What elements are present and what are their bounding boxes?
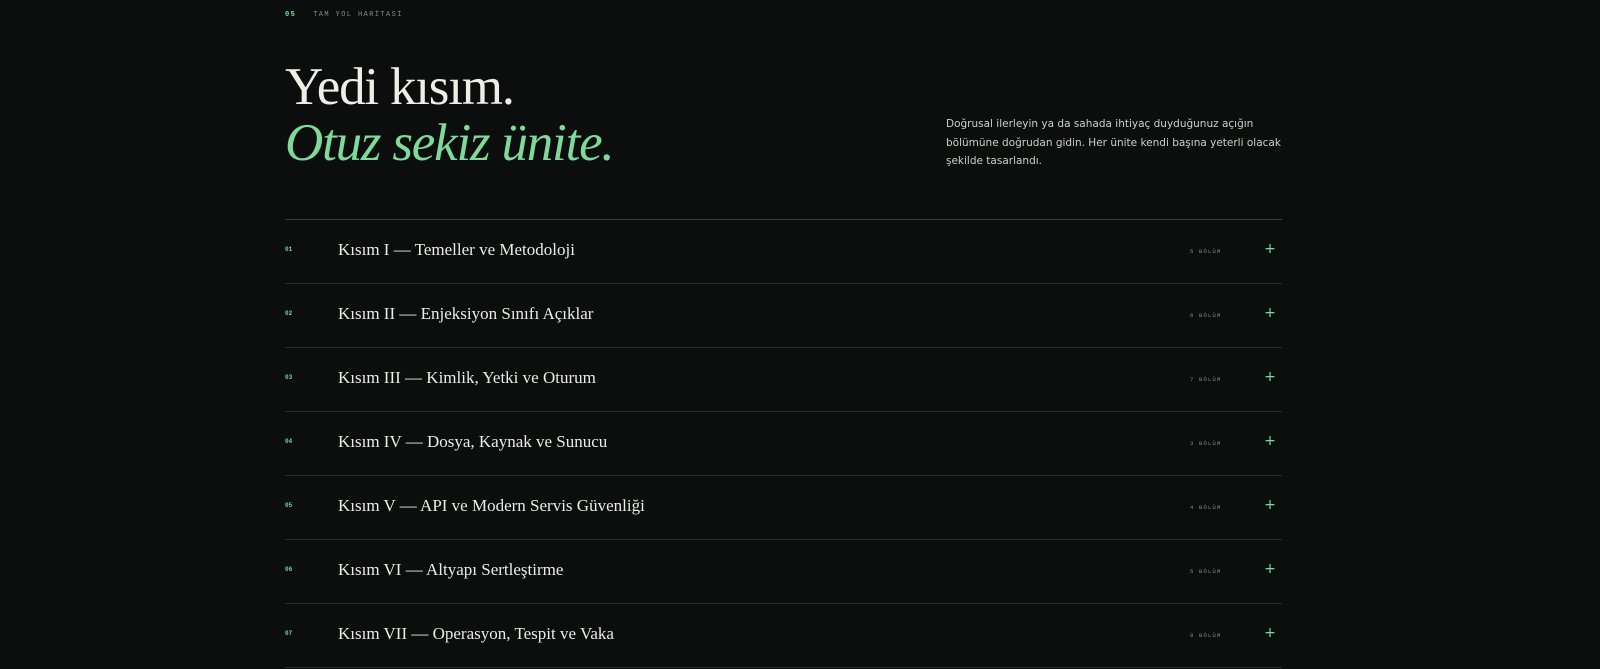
plus-icon[interactable]: +: [1263, 367, 1277, 387]
part-title: Kısım IV — Dosya, Kaynak ve Sunucu: [338, 432, 608, 451]
plus-icon[interactable]: +: [1263, 431, 1277, 451]
part-chapter-count: 5 BÖLÜM: [1190, 248, 1222, 255]
part-number: 04: [285, 438, 293, 445]
part-row-4[interactable]: 04 Kısım IV — Dosya, Kaynak ve Sunucu 3 …: [285, 412, 1282, 476]
part-number: 01: [285, 246, 293, 253]
intro-text: Doğrusal ilerleyin ya da sahada ihtiyaç …: [946, 118, 1281, 167]
parts-accordion: 01 Kısım I — Temeller ve Metodoloji 5 BÖ…: [285, 219, 1282, 668]
part-chapter-count: 6 BÖLÜM: [1190, 312, 1222, 319]
part-number: 02: [285, 310, 293, 317]
plus-icon[interactable]: +: [1263, 495, 1277, 515]
section-number: 05: [285, 11, 297, 19]
part-title: Kısım II — Enjeksiyon Sınıfı Açıklar: [338, 304, 594, 323]
page-title: Yedi kısım. Otuz sekiz ünite.: [285, 58, 615, 172]
plus-icon[interactable]: +: [1263, 239, 1277, 259]
part-number: 07: [285, 630, 293, 637]
part-title: Kısım I — Temeller ve Metodoloji: [338, 240, 575, 259]
section-eyebrow: 05 TAM YOL HARİTASI: [285, 11, 403, 19]
part-row-3[interactable]: 03 Kısım III — Kimlik, Yetki ve Oturum 7…: [285, 348, 1282, 412]
part-row-7[interactable]: 07 Kısım VII — Operasyon, Tespit ve Vaka…: [285, 604, 1282, 668]
part-title: Kısım III — Kimlik, Yetki ve Oturum: [338, 368, 596, 387]
part-chapter-count: 7 BÖLÜM: [1190, 376, 1222, 383]
plus-icon[interactable]: +: [1263, 559, 1277, 579]
section-label: TAM YOL HARİTASI: [313, 11, 403, 19]
part-number: 05: [285, 502, 293, 509]
part-number: 03: [285, 374, 293, 381]
part-number: 06: [285, 566, 293, 573]
part-chapter-count: 5 BÖLÜM: [1190, 568, 1222, 575]
part-row-5[interactable]: 05 Kısım V — API ve Modern Servis Güvenl…: [285, 476, 1282, 540]
part-title: Kısım VI — Altyapı Sertleştirme: [338, 560, 564, 579]
part-title: Kısım VII — Operasyon, Tespit ve Vaka: [338, 624, 614, 643]
part-chapter-count: 3 BÖLÜM: [1190, 440, 1222, 447]
part-chapter-count: 8 BÖLÜM: [1190, 632, 1222, 639]
part-row-6[interactable]: 06 Kısım VI — Altyapı Sertleştirme 5 BÖL…: [285, 540, 1282, 604]
part-row-1[interactable]: 01 Kısım I — Temeller ve Metodoloji 5 BÖ…: [285, 220, 1282, 284]
part-title: Kısım V — API ve Modern Servis Güvenliği: [338, 496, 645, 515]
part-row-2[interactable]: 02 Kısım II — Enjeksiyon Sınıfı Açıklar …: [285, 284, 1282, 348]
headline-line-2: Otuz sekiz ünite.: [285, 114, 615, 172]
part-chapter-count: 4 BÖLÜM: [1190, 504, 1222, 511]
roadmap-section: 05 TAM YOL HARİTASI Yedi kısım. Otuz sek…: [285, 0, 1282, 669]
plus-icon[interactable]: +: [1263, 303, 1277, 323]
plus-icon[interactable]: +: [1263, 623, 1277, 643]
headline-line-1: Yedi kısım.: [285, 58, 515, 116]
